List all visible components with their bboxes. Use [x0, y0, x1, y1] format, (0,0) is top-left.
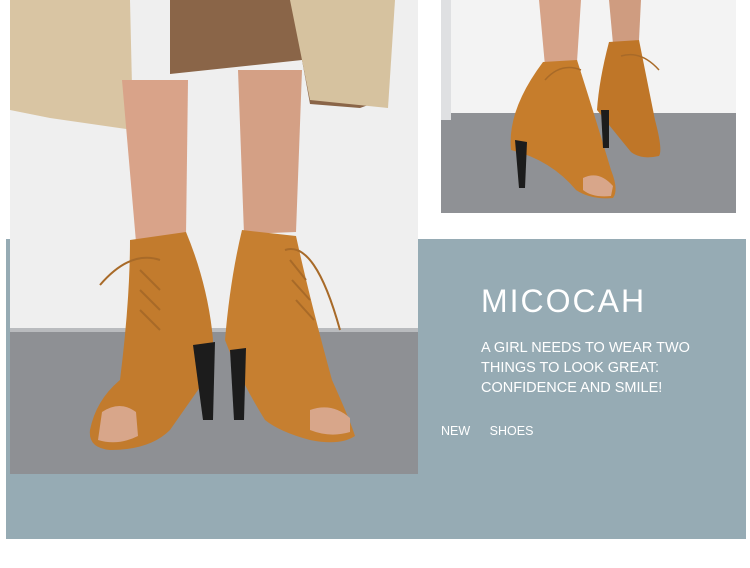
tag-new: NEW [441, 424, 471, 438]
brand-tagline: A GIRL NEEDS TO WEAR TWO THINGS TO LOOK … [481, 340, 690, 396]
product-photo-main [10, 0, 418, 474]
tag-shoes: SHOES [489, 424, 534, 438]
tag-list: NEW SHOES [441, 424, 549, 438]
product-photo-side [441, 0, 736, 213]
brand-title: MICOCAH [481, 283, 647, 319]
